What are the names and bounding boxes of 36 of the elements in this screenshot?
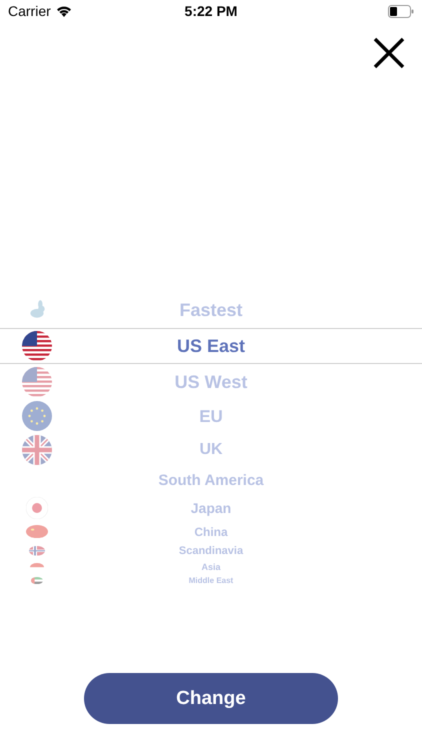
- region-label: US East: [176, 337, 246, 355]
- clock-time: 5:22 PM: [184, 3, 238, 19]
- flag-icon: [29, 546, 45, 556]
- picker-row[interactable]: China: [0, 521, 422, 542]
- flag-icon: [26, 524, 48, 538]
- wifi-icon: [56, 5, 72, 17]
- flag-icon: [22, 366, 52, 396]
- close-button[interactable]: [372, 36, 406, 70]
- region-label: Japan: [190, 501, 232, 515]
- flag-icon: [22, 434, 52, 464]
- region-label: Asia: [200, 562, 222, 572]
- region-label: EU: [198, 408, 224, 424]
- picker-row[interactable]: Scandinavia: [0, 542, 422, 560]
- picker-row[interactable]: Middle East: [0, 574, 422, 587]
- picker-row[interactable]: EU: [0, 399, 422, 433]
- carrier-label: Carrier: [8, 3, 51, 19]
- flag-icon: [22, 401, 52, 431]
- picker-row[interactable]: UK: [0, 433, 422, 466]
- picker-row[interactable]: US West: [0, 364, 422, 399]
- region-label: Scandinavia: [178, 546, 244, 556]
- region-label: Middle East: [188, 576, 234, 584]
- picker-row-selected[interactable]: US East: [0, 328, 422, 364]
- flag-icon: [26, 497, 48, 519]
- picker-row[interactable]: Asia: [0, 560, 422, 574]
- picker-row[interactable]: Fastest: [0, 292, 422, 328]
- region-label: China: [193, 526, 229, 538]
- region-label: South America: [157, 473, 265, 488]
- flag-icon: [22, 331, 52, 361]
- battery-icon: [388, 4, 414, 18]
- picker-row[interactable]: South America: [0, 466, 422, 495]
- flag-icon: [31, 576, 43, 584]
- region-label: Fastest: [178, 301, 244, 319]
- change-button[interactable]: Change: [84, 673, 338, 724]
- picker-row[interactable]: Japan: [0, 495, 422, 521]
- region-label: UK: [198, 442, 224, 458]
- region-label: US West: [174, 372, 248, 390]
